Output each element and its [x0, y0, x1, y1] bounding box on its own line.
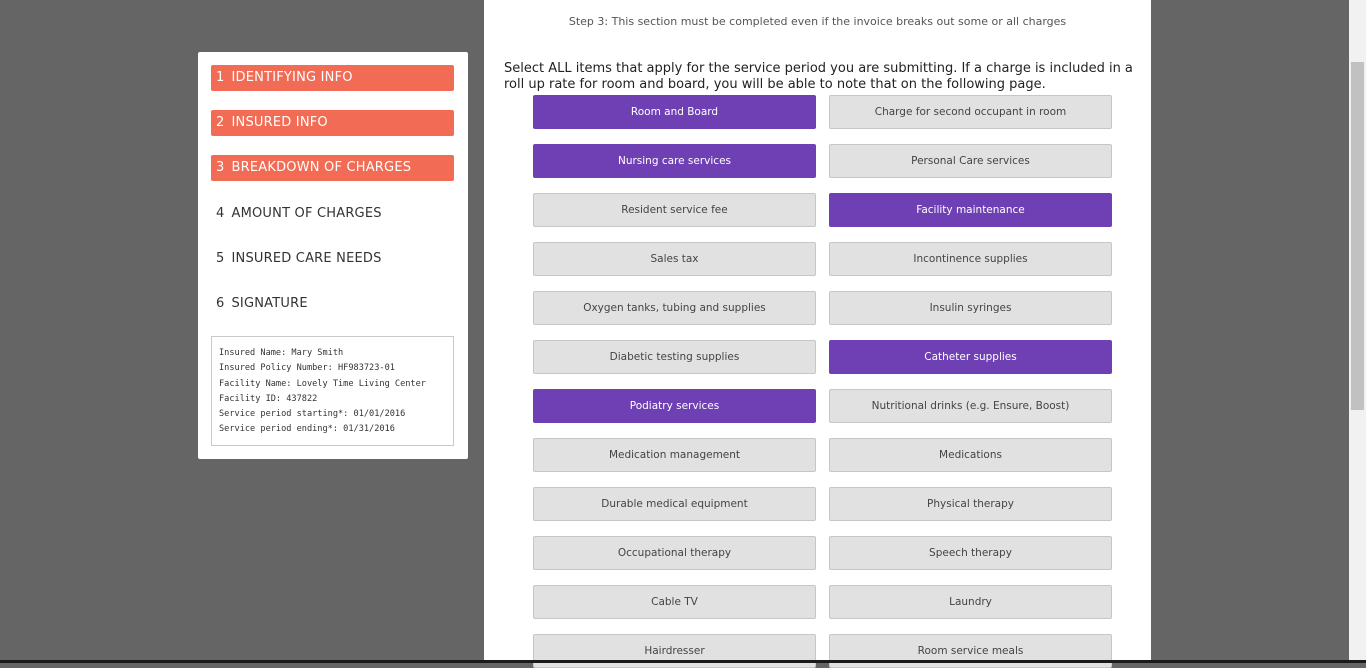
sidebar-step[interactable]: 2 INSURED INFO: [211, 110, 454, 136]
step-number: 4: [216, 206, 225, 221]
charge-option-button[interactable]: Room and Board: [533, 95, 816, 129]
step-label: BREAKDOWN OF CHARGES: [231, 160, 412, 175]
step-note: Step 3: This section must be completed e…: [568, 15, 1067, 28]
charge-option-button[interactable]: Oxygen tanks, tubing and supplies: [533, 291, 816, 325]
insured-name: Insured Name: Mary Smith: [219, 348, 344, 358]
charge-option-button[interactable]: Occupational therapy: [533, 536, 816, 570]
charge-option-button[interactable]: Durable medical equipment: [533, 487, 816, 521]
instructions-text: Select ALL items that apply for the serv…: [504, 61, 1133, 92]
charge-option-button[interactable]: Insulin syringes: [829, 291, 1112, 325]
insured-summary-box: Insured Name: Mary Smith Insured Policy …: [211, 336, 454, 446]
charge-option-button[interactable]: Nutritional drinks (e.g. Ensure, Boost): [829, 389, 1112, 423]
charge-option-button[interactable]: Resident service fee: [533, 193, 816, 227]
step-number: 1: [216, 70, 225, 85]
charges-panel: Step 3: This section must be completed e…: [484, 0, 1151, 668]
charge-option-button[interactable]: Personal Care services: [829, 144, 1112, 178]
page-scrollbar[interactable]: [1349, 0, 1366, 663]
step-number: 2: [216, 115, 225, 130]
sidebar-step[interactable]: 3 BREAKDOWN OF CHARGES: [211, 155, 454, 181]
scrollbar-thumb[interactable]: [1351, 62, 1364, 410]
charge-option-button[interactable]: Sales tax: [533, 242, 816, 276]
sidebar-step[interactable]: 6 SIGNATURE: [211, 291, 454, 317]
charge-option-button[interactable]: Podiatry services: [533, 389, 816, 423]
sidebar-step[interactable]: 4 AMOUNT OF CHARGES: [211, 201, 454, 227]
charge-option-button[interactable]: Charge for second occupant in room: [829, 95, 1112, 129]
step-label: INSURED CARE NEEDS: [231, 251, 382, 266]
charge-option-button[interactable]: Catheter supplies: [829, 340, 1112, 374]
step-number: 5: [216, 251, 225, 266]
step-label: IDENTIFYING INFO: [231, 70, 353, 85]
charge-option-button[interactable]: Cable TV: [533, 585, 816, 619]
steps-sidebar: 1 IDENTIFYING INFO 2 INSURED INFO 3 BREAKDO…: [198, 52, 468, 459]
charge-option-button[interactable]: Medication management: [533, 438, 816, 472]
facility-name: Facility Name: Lovely Time Living Center: [219, 378, 426, 389]
step-label: SIGNATURE: [231, 296, 308, 311]
step-number: 6: [216, 296, 225, 311]
charge-option-button[interactable]: Diabetic testing supplies: [533, 340, 816, 374]
service-period-start: Service period starting*: 01/01/2016: [219, 409, 406, 420]
charge-option-button[interactable]: Physical therapy: [829, 487, 1112, 521]
charge-option-button[interactable]: Incontinence supplies: [829, 242, 1112, 276]
charge-option-button[interactable]: Facility maintenance: [829, 193, 1112, 227]
sidebar-step[interactable]: 5 INSURED CARE NEEDS: [211, 246, 454, 272]
insured-policy-number: Insured Policy Number: HF983723-01: [219, 363, 395, 374]
step-label: AMOUNT OF CHARGES: [231, 206, 382, 221]
charge-option-button[interactable]: Medications: [829, 438, 1112, 472]
charge-option-button[interactable]: Laundry: [829, 585, 1112, 619]
charge-option-button[interactable]: Speech therapy: [829, 536, 1112, 570]
charge-option-button[interactable]: Nursing care services: [533, 144, 816, 178]
facility-id: Facility ID: 437822: [219, 393, 318, 404]
service-period-end: Service period ending*: 01/31/2016: [219, 424, 395, 435]
step-number: 3: [216, 160, 225, 175]
sidebar-step[interactable]: 1 IDENTIFYING INFO: [211, 65, 454, 91]
step-label: INSURED INFO: [231, 115, 328, 130]
